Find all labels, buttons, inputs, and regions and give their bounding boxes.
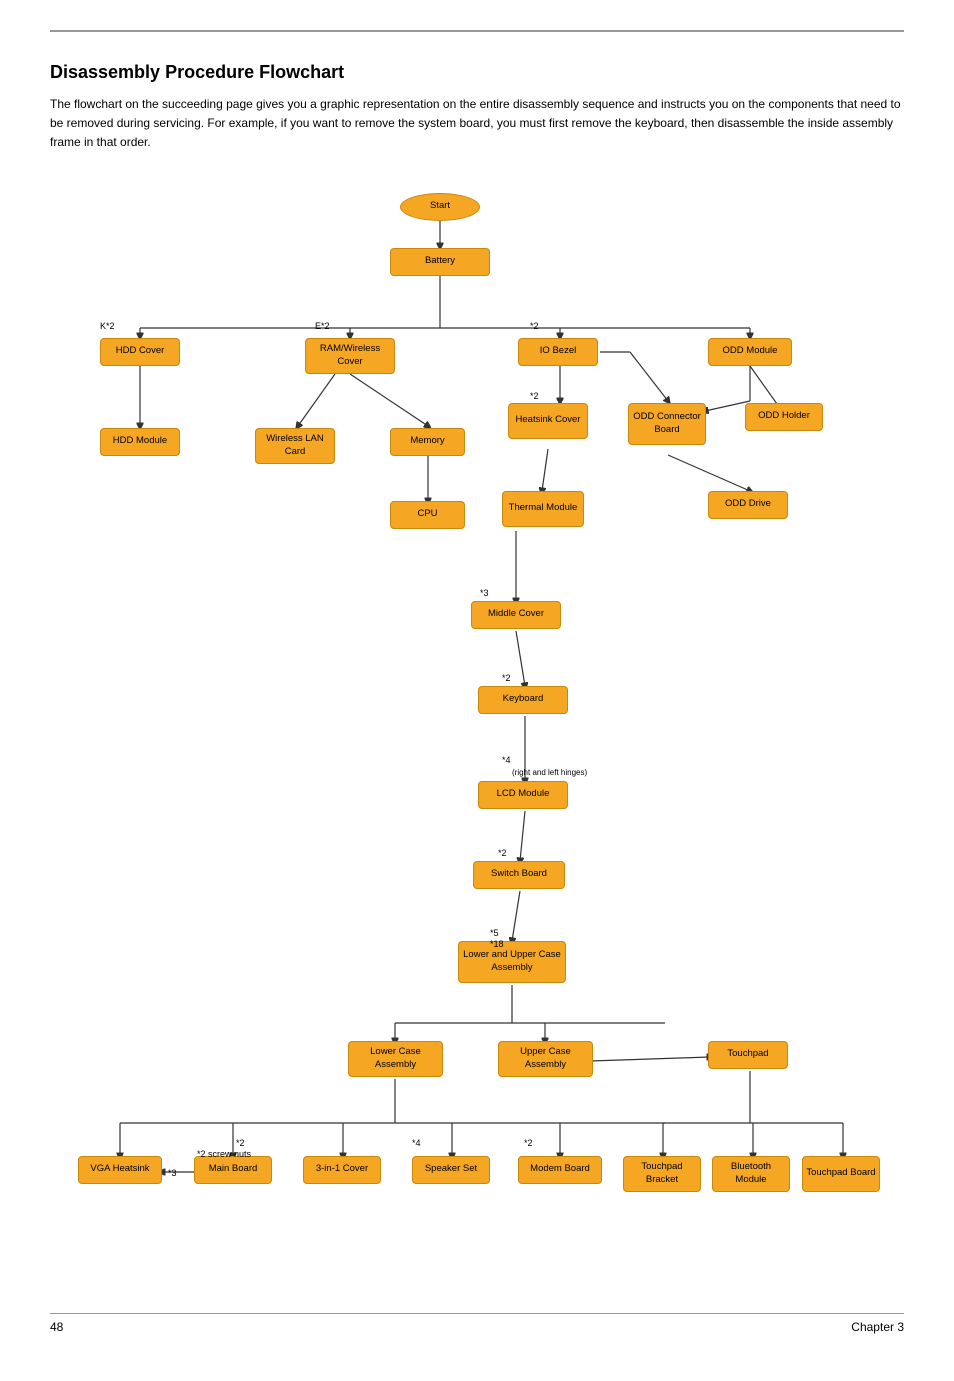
flowchart: Start Battery HDD Cover RAM/Wireless Cov… [50,183,910,1243]
footer-page: 48 [50,1320,63,1334]
odd-drive-box: ODD Drive [708,491,788,519]
footer-chapter: Chapter 3 [851,1320,904,1334]
label-4b: *4 [412,1138,421,1148]
content: Disassembly Procedure Flowchart The flow… [0,32,954,1303]
footer: 48 Chapter 3 [0,1314,954,1334]
io-bezel-box: IO Bezel [518,338,598,366]
label-screw-nuts: *2 screw nuts [197,1149,251,1159]
keyboard-box: Keyboard [478,686,568,714]
lower-case-box: Lower Case Assembly [348,1041,443,1077]
touchpad-bracket-box: Touchpad Bracket [623,1156,701,1192]
odd-connector-box: ODD Connector Board [628,403,706,445]
wireless-lan-box: Wireless LAN Card [255,428,335,464]
lower-upper-case-box: Lower and Upper Case Assembly [458,941,566,983]
start-box: Start [400,193,480,221]
middle-cover-box: Middle Cover [471,601,561,629]
label-2a: *2 [530,321,539,331]
label-2c: *2 [502,673,511,683]
cpu-box: CPU [390,501,465,529]
label-2f: *2 [524,1138,533,1148]
odd-holder-box: ODD Holder [745,403,823,431]
battery-box: Battery [390,248,490,276]
label-hinges: (right and left hinges) [512,768,587,777]
3in1-cover-box: 3-in-1 Cover [303,1156,381,1184]
touchpad-board-box: Touchpad Board [802,1156,880,1192]
heatsink-cover-box: Heatsink Cover [508,403,588,439]
label-e2: E*2 [315,321,330,331]
label-2b: *2 [530,391,539,401]
touchpad-box: Touchpad [708,1041,788,1069]
switch-board-box: Switch Board [473,861,565,889]
label-3b: *3 [168,1168,177,1178]
thermal-module-box: Thermal Module [502,491,584,527]
intro-text: The flowchart on the succeeding page giv… [50,95,904,153]
memory-box: Memory [390,428,465,456]
label-3a: *3 [480,588,489,598]
vga-heatsink-box: VGA Heatsink [78,1156,162,1184]
speaker-set-box: Speaker Set [412,1156,490,1184]
page: Disassembly Procedure Flowchart The flow… [0,30,954,1381]
upper-case-box: Upper Case Assembly [498,1041,593,1077]
ram-cover-box: RAM/Wireless Cover [305,338,395,374]
label-k2: K*2 [100,321,115,331]
label-5: *5 [490,928,499,938]
lcd-module-box: LCD Module [478,781,568,809]
label-18: *18 [490,939,504,949]
label-4a: *4 [502,755,511,765]
modem-board-box: Modem Board [518,1156,602,1184]
label-2e: *2 [236,1138,245,1148]
hdd-cover-box: HDD Cover [100,338,180,366]
hdd-module-box: HDD Module [100,428,180,456]
page-title: Disassembly Procedure Flowchart [50,62,904,83]
bluetooth-box: Bluetooth Module [712,1156,790,1192]
odd-module-box: ODD Module [708,338,792,366]
label-2d: *2 [498,848,507,858]
main-board-box: Main Board [194,1156,272,1184]
